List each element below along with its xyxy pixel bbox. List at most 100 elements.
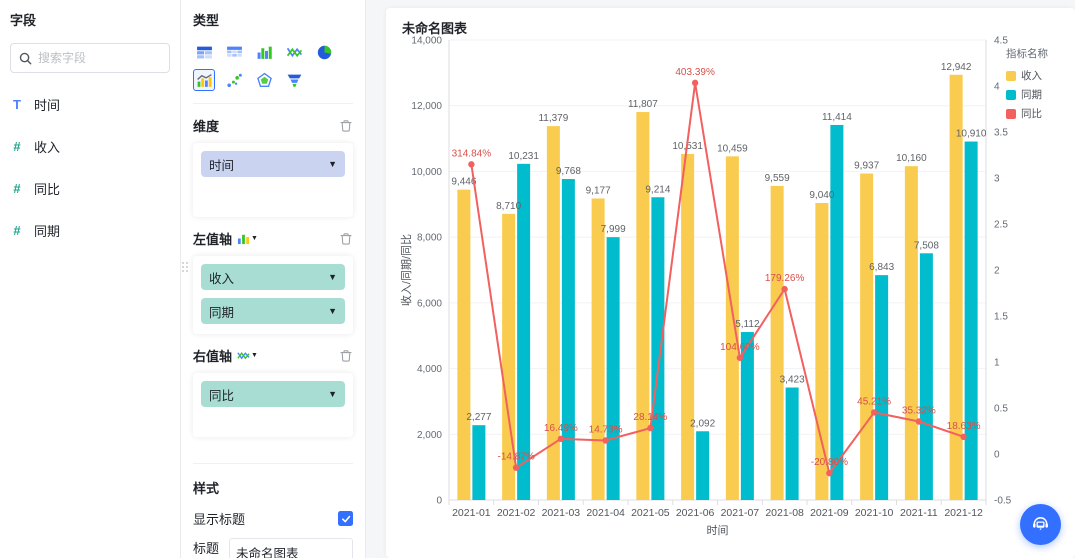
- svg-text:6,843: 6,843: [869, 262, 894, 273]
- svg-text:9,040: 9,040: [809, 190, 834, 201]
- svg-text:2021-01: 2021-01: [452, 507, 491, 519]
- show-title-checkbox[interactable]: [338, 511, 353, 526]
- dimension-header: 维度: [193, 116, 353, 135]
- pill-label: 时间: [209, 158, 235, 173]
- svg-text:14.73%: 14.73%: [589, 424, 623, 435]
- svg-text:3: 3: [994, 174, 1000, 185]
- svg-text:7,508: 7,508: [914, 240, 939, 251]
- chart-card: 未命名图表 0 2,000 4,000 6,000 8,000 10,000 12,000 1…: [386, 8, 1075, 558]
- right-axis-pill-yoy[interactable]: 同比 ▼: [201, 381, 345, 407]
- svg-text:2,000: 2,000: [417, 430, 442, 441]
- legend-label: 同比: [1021, 108, 1042, 120]
- legend-item-yoy[interactable]: 同比: [1006, 106, 1048, 121]
- style-section-title: 样式: [193, 481, 220, 496]
- pie-chart-icon[interactable]: [313, 41, 335, 63]
- legend-item-income[interactable]: 收入: [1006, 68, 1048, 83]
- right-axis-type-button[interactable]: ▼: [237, 349, 258, 362]
- svg-text:9,214: 9,214: [645, 184, 670, 195]
- support-chat-button[interactable]: [1020, 504, 1061, 545]
- svg-text:14,000: 14,000: [411, 36, 442, 47]
- svg-text:10,910: 10,910: [956, 129, 987, 140]
- svg-text:-14.87%: -14.87%: [498, 452, 535, 463]
- field-item-yoy[interactable]: # 同比: [10, 175, 170, 201]
- svg-text:2021-08: 2021-08: [765, 507, 804, 519]
- left-axis-clear-button[interactable]: [339, 232, 353, 246]
- divider: [193, 103, 353, 104]
- left-axis-pill-same-period[interactable]: 同期 ▼: [201, 298, 345, 324]
- svg-text:2021-06: 2021-06: [676, 507, 715, 519]
- chevron-down-icon[interactable]: ▼: [328, 389, 337, 399]
- bar-chart-icon[interactable]: [253, 41, 275, 63]
- config-panel: 类型 维度 时间 ▼ 左值轴 ▼ 收入 ▼ 同期 ▼ 右值轴 ▼ 同比 ▼ 样式…: [181, 0, 366, 558]
- svg-text:314.84%: 314.84%: [452, 148, 492, 159]
- svg-text:4: 4: [994, 82, 1000, 93]
- legend-item-same-period[interactable]: 同期: [1006, 87, 1048, 102]
- svg-text:10,459: 10,459: [717, 143, 748, 154]
- svg-text:18.63%: 18.63%: [947, 421, 981, 432]
- legend-label: 收入: [1021, 70, 1042, 82]
- svg-text:45.21%: 45.21%: [857, 396, 891, 407]
- left-axis-label: 左值轴: [193, 232, 233, 247]
- chevron-down-icon: ▼: [251, 235, 258, 242]
- dimension-label: 维度: [193, 119, 220, 134]
- mini-bar-chart-icon: [237, 232, 250, 245]
- chart-title-input[interactable]: 未命名图表: [229, 538, 353, 558]
- svg-text:12,000: 12,000: [411, 101, 442, 112]
- scatter-chart-icon[interactable]: [223, 69, 245, 91]
- left-axis-pill-income[interactable]: 收入 ▼: [201, 264, 345, 290]
- mini-line-chart-icon: [237, 349, 250, 362]
- pill-label: 同期: [209, 305, 235, 320]
- svg-text:2021-02: 2021-02: [497, 507, 536, 519]
- left-axis-dropzone[interactable]: 收入 ▼ 同期 ▼: [193, 256, 353, 334]
- field-item-time[interactable]: T 时间: [10, 91, 170, 117]
- funnel-chart-icon[interactable]: [283, 69, 305, 91]
- svg-text:11,379: 11,379: [538, 113, 568, 124]
- field-item-income[interactable]: # 收入: [10, 133, 170, 159]
- svg-text:5,112: 5,112: [735, 319, 760, 330]
- chart-title-input-value: 未命名图表: [236, 547, 299, 558]
- number-field-icon: #: [13, 138, 21, 154]
- field-search-input[interactable]: [38, 51, 161, 65]
- svg-text:10,231: 10,231: [508, 151, 539, 162]
- legend-label: 同期: [1021, 89, 1042, 101]
- line-chart-icon[interactable]: [283, 41, 305, 63]
- chart-title: 未命名图表: [402, 21, 468, 36]
- search-icon: [19, 52, 32, 65]
- svg-text:10,160: 10,160: [896, 153, 927, 164]
- svg-text:2021-07: 2021-07: [721, 507, 760, 519]
- chevron-down-icon[interactable]: ▼: [328, 306, 337, 316]
- radar-chart-icon[interactable]: [253, 69, 275, 91]
- fields-panel-title: 字段: [10, 13, 37, 28]
- svg-text:11,414: 11,414: [822, 112, 852, 123]
- field-label: 同比: [34, 181, 61, 197]
- title-field-label: 标题: [193, 541, 220, 556]
- right-axis-dropzone[interactable]: 同比 ▼: [193, 373, 353, 437]
- chart-type-grid: [193, 41, 363, 91]
- right-axis-clear-button[interactable]: [339, 349, 353, 363]
- chevron-down-icon[interactable]: ▼: [328, 272, 337, 282]
- svg-text:0.5: 0.5: [994, 404, 1008, 415]
- field-label: 同期: [34, 223, 61, 239]
- svg-text:0: 0: [994, 450, 1000, 461]
- dimension-dropzone[interactable]: 时间 ▼: [193, 143, 353, 217]
- summary-table-icon[interactable]: [193, 41, 215, 63]
- dimension-pill-time[interactable]: 时间 ▼: [201, 151, 345, 177]
- combo-chart-icon[interactable]: [193, 69, 215, 91]
- detail-table-icon[interactable]: [223, 41, 245, 63]
- left-axis-type-button[interactable]: ▼: [237, 232, 258, 245]
- panel-resize-handle[interactable]: [182, 262, 189, 272]
- svg-text:时间: 时间: [707, 524, 729, 537]
- svg-text:8,000: 8,000: [417, 233, 442, 244]
- field-search[interactable]: [10, 43, 170, 73]
- trash-icon: [339, 349, 353, 363]
- left-axis-header: 左值轴 ▼: [193, 229, 353, 248]
- legend-swatch: [1006, 89, 1016, 100]
- dimension-clear-button[interactable]: [339, 119, 353, 133]
- field-item-same-period[interactable]: # 同期: [10, 217, 170, 243]
- svg-text:2021-11: 2021-11: [900, 507, 938, 519]
- svg-text:2021-04: 2021-04: [586, 507, 625, 519]
- svg-text:2021-12: 2021-12: [944, 507, 983, 519]
- svg-text:2,092: 2,092: [690, 418, 715, 429]
- chevron-down-icon[interactable]: ▼: [328, 159, 337, 169]
- svg-text:3.5: 3.5: [994, 128, 1008, 139]
